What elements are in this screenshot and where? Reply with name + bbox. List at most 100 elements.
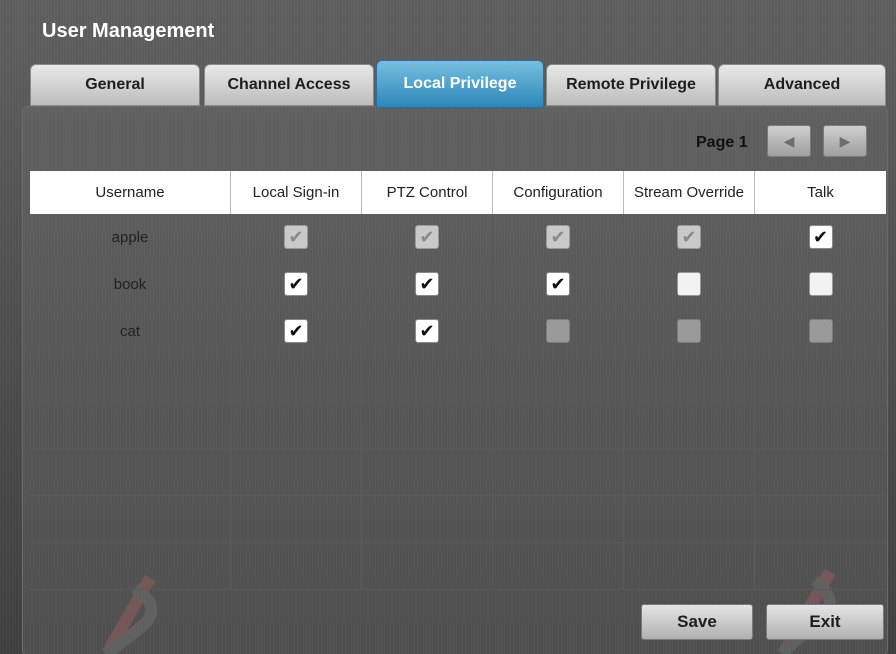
save-button[interactable]: Save <box>641 604 753 640</box>
empty-cell <box>755 496 886 542</box>
empty-cell <box>231 355 362 401</box>
empty-cell <box>624 449 755 495</box>
privilege-cell: ✔ <box>231 214 362 260</box>
privilege-table: Username Local Sign-in PTZ Control Confi… <box>30 171 886 590</box>
privilege-cell: ✔ <box>755 214 886 260</box>
table-body: apple ✔ ✔ ✔ ✔ ✔ book ✔ ✔ ✔ cat ✔ ✔ <box>30 214 886 590</box>
empty-cell <box>362 355 493 401</box>
column-header-configuration[interactable]: Configuration <box>493 171 624 214</box>
tab-local-privilege[interactable]: Local Privilege <box>376 60 544 108</box>
column-header-ptz-control[interactable]: PTZ Control <box>362 171 493 214</box>
empty-cell <box>755 355 886 401</box>
privilege-checkbox <box>808 319 833 343</box>
checkmark-icon: ✔ <box>812 227 829 247</box>
tab-advanced[interactable]: Advanced <box>718 64 886 106</box>
checkmark-icon: ✔ <box>288 227 304 247</box>
empty-cell <box>30 449 231 495</box>
empty-table-row <box>30 543 886 590</box>
empty-cell <box>624 355 755 401</box>
empty-cell <box>30 402 231 448</box>
privilege-cell: ✔ <box>493 214 624 260</box>
empty-table-row <box>30 402 886 449</box>
column-header-talk[interactable]: Talk <box>755 171 886 214</box>
empty-cell <box>362 402 493 448</box>
tab-remote-privilege[interactable]: Remote Privilege <box>546 64 716 106</box>
privilege-cell <box>624 308 755 354</box>
user-management-window: User Management General Channel Access L… <box>0 0 896 654</box>
prev-page-button[interactable]: ◀ <box>767 125 811 157</box>
privilege-checkbox[interactable]: ✔ <box>808 225 833 249</box>
empty-cell <box>624 543 755 589</box>
empty-cell <box>30 355 231 401</box>
column-header-stream-override[interactable]: Stream Override <box>624 171 755 214</box>
privilege-checkbox: ✔ <box>284 225 308 249</box>
privilege-cell: ✔ <box>362 308 493 354</box>
window-title: User Management <box>42 20 215 42</box>
empty-cell <box>624 496 755 542</box>
privilege-checkbox[interactable]: ✔ <box>415 272 439 296</box>
table-header: Username Local Sign-in PTZ Control Confi… <box>30 171 886 214</box>
privilege-checkbox <box>677 319 701 343</box>
empty-cell <box>231 496 362 542</box>
privilege-checkbox[interactable] <box>677 272 701 296</box>
privilege-checkbox: ✔ <box>415 225 439 249</box>
username-cell: book <box>30 261 231 307</box>
exit-button[interactable]: Exit <box>766 604 884 640</box>
empty-cell <box>493 449 624 495</box>
checkmark-icon: ✔ <box>681 227 697 247</box>
empty-cell <box>493 496 624 542</box>
empty-cell <box>493 543 624 589</box>
next-page-button[interactable]: ▶ <box>823 125 867 157</box>
empty-table-row <box>30 496 886 543</box>
empty-cell <box>362 449 493 495</box>
table-row: book ✔ ✔ ✔ <box>30 261 886 308</box>
privilege-checkbox[interactable]: ✔ <box>415 319 439 343</box>
empty-cell <box>755 449 886 495</box>
privilege-checkbox: ✔ <box>677 225 701 249</box>
checkmark-icon: ✔ <box>288 321 304 341</box>
table-row: cat ✔ ✔ <box>30 308 886 355</box>
privilege-cell <box>755 261 886 307</box>
privilege-checkbox[interactable]: ✔ <box>284 319 308 343</box>
privilege-checkbox[interactable]: ✔ <box>284 272 308 296</box>
checkmark-icon: ✔ <box>419 321 435 341</box>
column-header-username[interactable]: Username <box>30 171 231 214</box>
username-cell: cat <box>30 308 231 354</box>
empty-cell <box>231 402 362 448</box>
privilege-cell: ✔ <box>362 214 493 260</box>
privilege-checkbox[interactable] <box>808 272 833 296</box>
empty-cell <box>30 543 231 589</box>
checkmark-icon: ✔ <box>550 227 566 247</box>
privilege-cell: ✔ <box>493 261 624 307</box>
checkmark-icon: ✔ <box>550 274 566 294</box>
privilege-cell: ✔ <box>231 261 362 307</box>
privilege-checkbox <box>546 319 570 343</box>
empty-cell <box>493 355 624 401</box>
empty-cell <box>362 543 493 589</box>
privilege-cell: ✔ <box>624 214 755 260</box>
empty-cell <box>362 496 493 542</box>
privilege-cell <box>755 308 886 354</box>
checkmark-icon: ✔ <box>419 227 435 247</box>
tab-channel-access[interactable]: Channel Access <box>204 64 374 106</box>
checkmark-icon: ✔ <box>288 274 304 294</box>
tab-general[interactable]: General <box>30 64 200 106</box>
checkmark-icon: ✔ <box>419 274 435 294</box>
empty-cell <box>755 402 886 448</box>
privilege-cell: ✔ <box>362 261 493 307</box>
privilege-cell: ✔ <box>231 308 362 354</box>
table-row: apple ✔ ✔ ✔ ✔ ✔ <box>30 214 886 261</box>
username-cell: apple <box>30 214 231 260</box>
page-indicator: Page 1 <box>696 134 748 151</box>
empty-table-row <box>30 355 886 402</box>
privilege-cell <box>624 261 755 307</box>
empty-cell <box>624 402 755 448</box>
left-arrow-icon: ◀ <box>783 132 795 149</box>
column-header-local-sign-in[interactable]: Local Sign-in <box>231 171 362 214</box>
empty-cell <box>493 402 624 448</box>
tab-bar: General Channel Access Local Privilege R… <box>30 60 886 108</box>
empty-table-row <box>30 449 886 496</box>
right-arrow-icon: ▶ <box>839 132 851 149</box>
empty-cell <box>755 543 886 589</box>
privilege-checkbox[interactable]: ✔ <box>546 272 570 296</box>
